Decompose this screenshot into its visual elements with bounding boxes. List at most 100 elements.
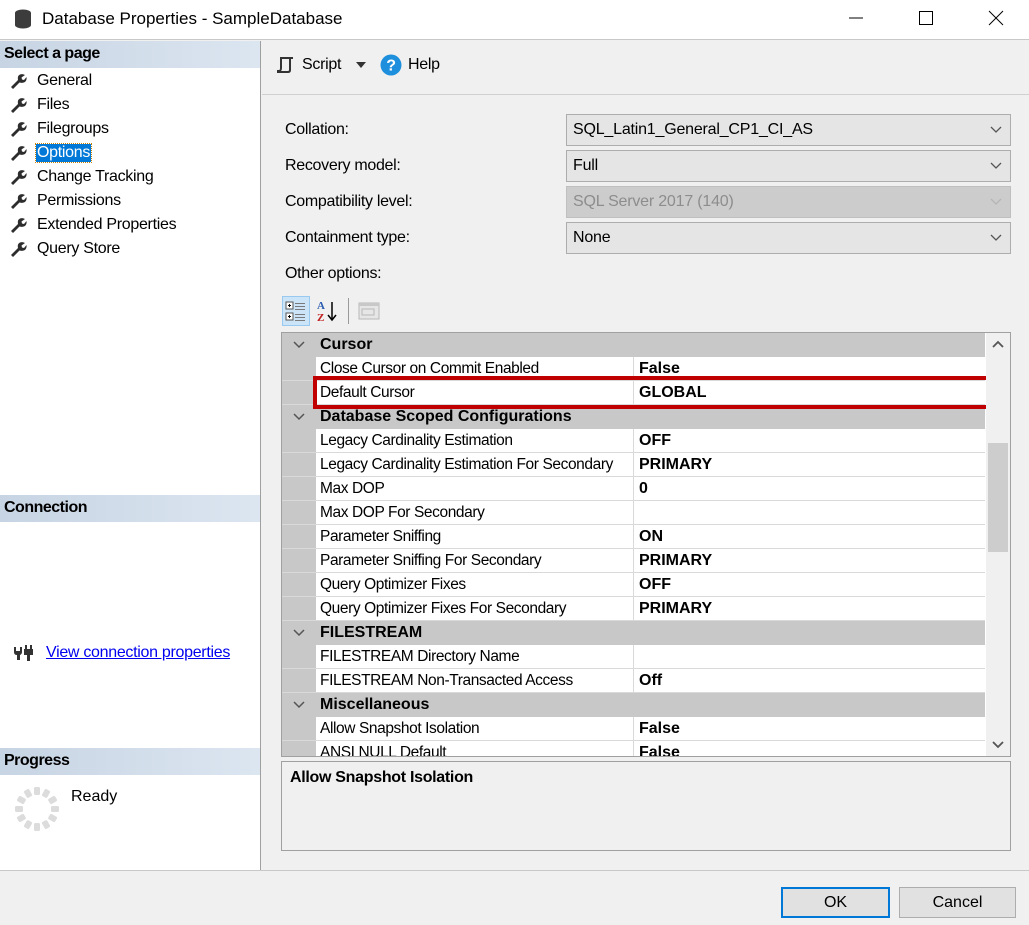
spinner-dot <box>16 795 26 805</box>
property-value[interactable]: False <box>634 357 985 380</box>
property-value[interactable] <box>634 501 985 524</box>
property-row[interactable]: Close Cursor on Commit Enabled False <box>282 357 985 381</box>
property-name[interactable]: Legacy Cardinality Estimation For Second… <box>316 453 634 476</box>
property-row[interactable]: FILESTREAM Non-Transacted Access Off <box>282 669 985 693</box>
scroll-down-button[interactable] <box>986 734 1010 756</box>
spinner-dot <box>41 820 51 830</box>
collapse-toggle[interactable] <box>282 341 316 349</box>
property-value[interactable]: OFF <box>634 429 985 452</box>
property-row[interactable]: FILESTREAM Directory Name <box>282 645 985 669</box>
property-name[interactable]: Parameter Sniffing For Secondary <box>316 549 634 572</box>
sidebar-item-extended-properties[interactable]: Extended Properties <box>0 213 260 237</box>
property-row[interactable]: Parameter Sniffing ON <box>282 525 985 549</box>
property-name[interactable]: Max DOP For Secondary <box>316 501 634 524</box>
property-value[interactable]: False <box>634 717 985 740</box>
script-dropdown-button[interactable] <box>355 61 367 69</box>
plug-icon <box>14 645 33 661</box>
property-row[interactable]: Legacy Cardinality Estimation OFF <box>282 429 985 453</box>
collation-value: SQL_Latin1_General_CP1_CI_AS <box>573 121 813 138</box>
sidebar-item-options[interactable]: Options <box>0 141 260 165</box>
property-value[interactable]: PRIMARY <box>634 453 985 476</box>
property-name[interactable]: Parameter Sniffing <box>316 525 634 548</box>
property-row[interactable]: Legacy Cardinality Estimation For Second… <box>282 453 985 477</box>
scroll-up-button[interactable] <box>986 333 1010 355</box>
category-label: Miscellaneous <box>320 696 430 713</box>
property-row[interactable]: Allow Snapshot Isolation False <box>282 717 985 741</box>
sidebar-item-filegroups[interactable]: Filegroups <box>0 117 260 141</box>
categorized-icon <box>285 301 305 321</box>
compatibility-level-value: SQL Server 2017 (140) <box>573 193 734 210</box>
collapse-toggle[interactable] <box>282 629 316 637</box>
property-name[interactable]: Close Cursor on Commit Enabled <box>316 357 634 380</box>
help-button[interactable]: ? Help <box>380 54 440 76</box>
sidebar-item-query-store[interactable]: Query Store <box>0 237 260 261</box>
property-name[interactable]: Allow Snapshot Isolation <box>316 717 634 740</box>
row-gutter <box>282 549 316 572</box>
property-name[interactable]: Max DOP <box>316 477 634 500</box>
property-value[interactable]: GLOBAL <box>634 381 985 404</box>
sidebar-item-change-tracking[interactable]: Change Tracking <box>0 165 260 189</box>
property-value[interactable] <box>634 645 985 668</box>
property-name[interactable]: ANSI NULL Default <box>316 741 634 756</box>
property-value[interactable]: Off <box>634 669 985 692</box>
containment-type-select[interactable]: None <box>566 222 1011 254</box>
other-options-label: Other options: <box>285 265 382 282</box>
property-grid-toolbar: A Z <box>282 295 387 327</box>
title-bar: Database Properties - SampleDatabase <box>0 0 1029 40</box>
sidebar-item-label: Files <box>37 96 70 113</box>
sidebar-item-general[interactable]: General <box>0 69 260 93</box>
property-row[interactable]: Parameter Sniffing For Secondary PRIMARY <box>282 549 985 573</box>
svg-text:A: A <box>317 300 325 312</box>
view-connection-properties[interactable]: View connection properties <box>12 643 230 663</box>
property-value[interactable]: OFF <box>634 573 985 596</box>
chevron-down-icon <box>293 341 305 349</box>
alphabetical-button[interactable]: A Z <box>314 296 342 326</box>
sidebar-item-files[interactable]: Files <box>0 93 260 117</box>
property-value[interactable]: PRIMARY <box>634 597 985 620</box>
row-gutter <box>282 525 316 548</box>
property-row[interactable]: Query Optimizer Fixes For Secondary PRIMA… <box>282 597 985 621</box>
vertical-scrollbar[interactable] <box>986 333 1010 756</box>
recovery-model-value: Full <box>573 157 598 174</box>
close-button[interactable] <box>966 0 1026 36</box>
property-value[interactable]: PRIMARY <box>634 549 985 572</box>
row-gutter <box>282 669 316 692</box>
property-name[interactable]: FILESTREAM Directory Name <box>316 645 634 668</box>
collapse-toggle[interactable] <box>282 413 316 421</box>
maximize-button[interactable] <box>896 0 956 36</box>
compatibility-level-label: Compatibility level: <box>285 193 413 210</box>
property-value[interactable]: False <box>634 741 985 756</box>
chevron-down-icon <box>293 701 305 709</box>
view-connection-properties-link[interactable]: View connection properties <box>46 644 230 662</box>
recovery-model-select[interactable]: Full <box>566 150 1011 182</box>
property-row[interactable]: Default Cursor GLOBAL <box>282 381 985 405</box>
property-name[interactable]: Query Optimizer Fixes <box>316 573 634 596</box>
scroll-thumb[interactable] <box>988 443 1008 552</box>
ok-button[interactable]: OK <box>781 887 890 918</box>
script-button[interactable]: Script <box>274 54 341 76</box>
toolbar-separator <box>348 298 349 324</box>
svg-text:?: ? <box>386 58 395 75</box>
spinner-dot <box>41 788 51 798</box>
minimize-button[interactable] <box>826 0 886 36</box>
database-icon <box>15 9 31 29</box>
property-pages-icon <box>358 302 380 320</box>
property-row[interactable]: Max DOP For Secondary <box>282 501 985 525</box>
property-name[interactable]: Default Cursor <box>316 381 634 404</box>
property-row[interactable]: Max DOP 0 <box>282 477 985 501</box>
property-value[interactable]: ON <box>634 525 985 548</box>
categorized-button[interactable] <box>282 296 310 326</box>
cancel-button[interactable]: Cancel <box>899 887 1016 918</box>
description-panel: Allow Snapshot Isolation <box>281 761 1011 851</box>
property-name[interactable]: Legacy Cardinality Estimation <box>316 429 634 452</box>
sidebar-item-permissions[interactable]: Permissions <box>0 189 260 213</box>
property-row[interactable]: Query Optimizer Fixes OFF <box>282 573 985 597</box>
collation-select[interactable]: SQL_Latin1_General_CP1_CI_AS <box>566 114 1011 146</box>
property-value[interactable]: 0 <box>634 477 985 500</box>
collapse-toggle[interactable] <box>282 701 316 709</box>
property-row[interactable]: ANSI NULL Default False <box>282 741 985 756</box>
spinner-dot <box>51 806 59 812</box>
recovery-model-label: Recovery model: <box>285 157 401 174</box>
property-name[interactable]: FILESTREAM Non-Transacted Access <box>316 669 634 692</box>
property-name[interactable]: Query Optimizer Fixes For Secondary <box>316 597 634 620</box>
